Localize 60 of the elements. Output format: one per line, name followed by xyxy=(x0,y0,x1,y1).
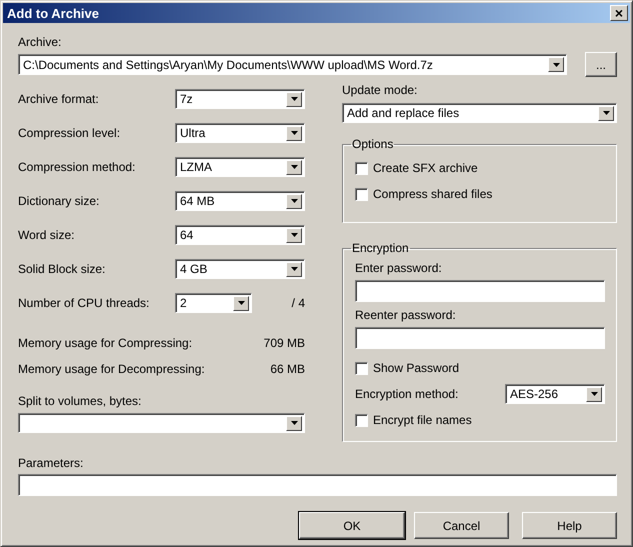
browse-button[interactable]: ... xyxy=(585,52,617,77)
setting-dropdown[interactable]: 64 MB xyxy=(175,191,305,211)
setting-dropdown[interactable]: 2 xyxy=(175,293,252,313)
dialog-button[interactable]: OK xyxy=(299,512,405,539)
caret-icon xyxy=(286,262,302,276)
setting-dropdown[interactable]: LZMA xyxy=(175,157,305,177)
checkbox[interactable] xyxy=(355,188,368,200)
field-label: Parameters: xyxy=(18,456,84,470)
setting-dropdown[interactable]: 7z xyxy=(175,89,305,109)
thread-count: / 4 xyxy=(292,296,305,310)
caret-icon xyxy=(548,57,564,72)
memory-label: Memory usage for Decompressing: xyxy=(18,362,205,376)
caret-icon xyxy=(286,416,302,430)
checkbox-label: Compress shared files xyxy=(373,187,492,201)
password-field[interactable] xyxy=(355,327,605,349)
window-title: Add to Archive xyxy=(7,6,99,20)
caret-icon xyxy=(286,194,302,208)
encryption-method-dropdown[interactable]: AES-256 xyxy=(505,384,605,404)
password-field[interactable] xyxy=(355,280,605,302)
setting-label: Number of CPU threads: xyxy=(18,296,150,310)
caret-icon xyxy=(286,92,302,106)
field-label: Enter password: xyxy=(355,261,443,275)
field-label: Split to volumes, bytes: xyxy=(18,394,142,408)
checkbox[interactable] xyxy=(355,414,368,426)
caret-icon xyxy=(286,160,302,174)
caret-icon xyxy=(286,126,302,140)
archive-path-dropdown[interactable]: C:\Documents and Settings\Aryan\My Documents\WWW upload\MS Word.7z xyxy=(18,54,567,75)
setting-dropdown[interactable]: 4 GB xyxy=(175,259,305,279)
memory-label: Memory usage for Compressing: xyxy=(18,336,192,350)
setting-dropdown[interactable]: 64 xyxy=(175,225,305,245)
caret-icon xyxy=(598,106,614,120)
update-mode-dropdown[interactable]: Add and replace files xyxy=(342,103,617,123)
checkbox[interactable] xyxy=(355,362,368,374)
field-label: Update mode: xyxy=(342,83,418,97)
checkbox-label: Encrypt file names xyxy=(373,413,472,427)
checkbox[interactable] xyxy=(355,162,368,174)
memory-value: 66 MB xyxy=(270,362,305,376)
split-volumes-dropdown[interactable] xyxy=(18,413,305,433)
field-label: Encryption method: xyxy=(355,387,458,401)
memory-value: 709 MB xyxy=(264,336,305,350)
dialog-button[interactable]: Cancel xyxy=(414,512,509,539)
setting-label: Compression method: xyxy=(18,160,136,174)
checkbox-label: Show Password xyxy=(373,361,460,375)
dialog-button[interactable]: Help xyxy=(522,512,617,539)
caret-icon xyxy=(586,386,602,402)
caret-icon xyxy=(233,296,249,310)
caret-icon xyxy=(286,228,302,242)
parameters-field[interactable] xyxy=(18,474,617,496)
setting-label: Dictionary size: xyxy=(18,194,100,208)
group-title: Encryption xyxy=(351,241,410,255)
field-label: Reenter password: xyxy=(355,308,457,322)
group-title: Options xyxy=(351,137,394,151)
field-label: Archive: xyxy=(18,35,62,49)
setting-label: Compression level: xyxy=(18,126,120,140)
close-button[interactable]: × xyxy=(610,5,628,21)
setting-dropdown[interactable]: Ultra xyxy=(175,123,305,143)
checkbox-label: Create SFX archive xyxy=(373,161,478,175)
setting-label: Solid Block size: xyxy=(18,262,106,276)
setting-label: Word size: xyxy=(18,228,74,242)
setting-label: Archive format: xyxy=(18,92,99,106)
